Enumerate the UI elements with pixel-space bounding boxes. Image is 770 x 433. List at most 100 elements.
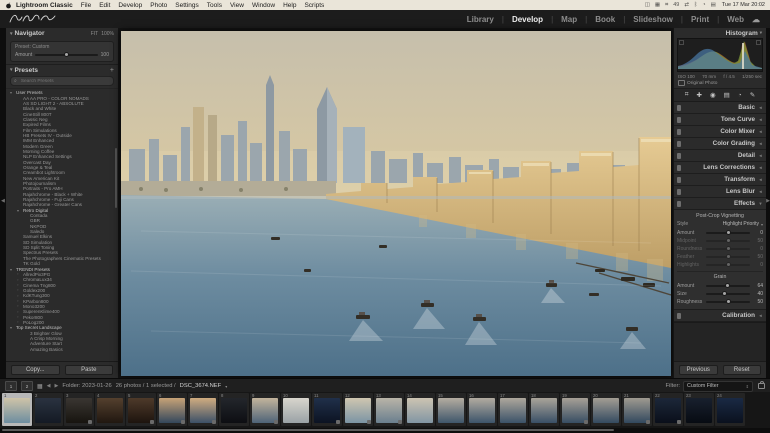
panel-toggle-switch[interactable] xyxy=(677,140,681,147)
zoom-fit-option[interactable]: FIT xyxy=(91,31,99,37)
panel-expand-icon[interactable]: ◂ xyxy=(758,189,763,195)
filmstrip-thumbnail[interactable]: 21 xyxy=(622,393,652,426)
menu-bar-clock[interactable]: Tue 17 Mar 20:02 xyxy=(722,2,765,8)
slider-knob[interactable] xyxy=(726,230,731,235)
thumbnail-image[interactable] xyxy=(407,398,433,423)
panel-toggle-switch[interactable] xyxy=(677,200,681,207)
apple-menu-icon[interactable] xyxy=(5,2,12,9)
filter-lock-icon[interactable] xyxy=(758,381,765,389)
filmstrip-thumbnail[interactable]: 16 xyxy=(467,393,497,426)
filter-select[interactable]: Custom Filter ⇕ xyxy=(683,380,753,392)
histogram[interactable] xyxy=(677,38,763,72)
status-bar-icon[interactable]: ▤ xyxy=(711,2,716,9)
next-photo-icon[interactable]: ▶ xyxy=(55,383,59,389)
thumbnail-image[interactable] xyxy=(593,398,619,423)
panel-toggle-switch[interactable] xyxy=(677,104,681,111)
status-bar-icon[interactable]: ⇄ xyxy=(684,2,689,9)
module-tab[interactable]: Book xyxy=(591,15,629,24)
status-bar-icon[interactable]: ◔ xyxy=(702,2,705,9)
slider-knob[interactable] xyxy=(726,299,731,304)
panel-toggle-switch[interactable] xyxy=(677,164,681,171)
filmstrip-thumbnail[interactable]: 17 xyxy=(498,393,528,426)
filmstrip-thumbnail[interactable]: 22 xyxy=(653,393,683,426)
slider-knob[interactable] xyxy=(724,283,730,288)
filmstrip-thumbnail[interactable]: 23 xyxy=(684,393,714,426)
cloud-sync-icon[interactable]: ☁ xyxy=(752,15,760,24)
amount-slider[interactable] xyxy=(35,52,98,57)
status-bar-icon[interactable]: ⌗ xyxy=(665,2,668,9)
menu-item[interactable]: Settings xyxy=(175,2,199,9)
filmstrip-thumbnail[interactable]: 19 xyxy=(560,393,590,426)
slider-track[interactable] xyxy=(706,246,750,251)
filmstrip-scrollbar[interactable] xyxy=(2,429,614,431)
main-window-icon[interactable]: 1 xyxy=(5,381,17,391)
status-bar-icon[interactable]: ▦ xyxy=(655,2,660,9)
menu-item[interactable]: Develop xyxy=(118,2,142,9)
thumbnail-image[interactable] xyxy=(283,398,309,423)
slider-knob[interactable] xyxy=(726,262,731,267)
filmstrip-thumbnail[interactable]: 14 xyxy=(405,393,435,426)
filmstrip-thumbnail[interactable]: 4 xyxy=(95,393,125,426)
tool-icon[interactable]: ◔ xyxy=(738,92,742,99)
thumbnail-image[interactable] xyxy=(438,398,464,423)
panel-header-row[interactable]: Transform ◂ xyxy=(674,174,766,186)
panel-expand-icon[interactable]: ◂ xyxy=(758,153,763,159)
collapse-right-panel-icon[interactable]: ▶ xyxy=(766,198,770,204)
tool-icon[interactable]: ▤ xyxy=(724,91,730,99)
panel-header-row[interactable]: Lens Corrections ◂ xyxy=(674,162,766,174)
chevron-down-icon[interactable]: ▾ xyxy=(225,384,227,389)
menu-item[interactable]: File xyxy=(81,2,91,9)
panel-expand-icon[interactable]: ▾ xyxy=(758,201,763,207)
presets-scrollbar[interactable] xyxy=(115,148,117,208)
panel-toggle-switch[interactable] xyxy=(677,116,681,123)
navigator-panel-header[interactable]: ▾ Navigator FIT 100% xyxy=(6,28,118,39)
thumbnail-image[interactable] xyxy=(35,398,61,423)
module-tab[interactable]: Slideshow xyxy=(629,15,687,24)
collapse-left-panel-icon[interactable]: ◀ xyxy=(1,198,5,204)
second-window-icon[interactable]: 2 xyxy=(21,381,33,391)
slider-knob[interactable] xyxy=(726,246,731,251)
menu-item[interactable]: Help xyxy=(283,2,296,9)
menu-item[interactable]: Edit xyxy=(99,2,110,9)
slider-knob[interactable] xyxy=(726,238,731,243)
panel-toggle-switch[interactable] xyxy=(677,312,681,319)
module-tab[interactable]: Web xyxy=(723,15,748,24)
filmstrip-thumbnail[interactable]: 7 xyxy=(188,393,218,426)
thumbnail-image[interactable] xyxy=(717,398,743,423)
panel-expand-icon[interactable]: ◂ xyxy=(758,177,763,183)
presets-panel-header[interactable]: ▾ Presets + xyxy=(6,64,118,75)
paste-button[interactable]: Paste xyxy=(64,365,113,375)
photo-canvas[interactable] xyxy=(121,30,671,376)
slider-track[interactable] xyxy=(706,291,750,296)
reset-button[interactable]: Reset xyxy=(722,365,761,375)
thumbnail-image[interactable] xyxy=(531,398,557,423)
thumbnail-image[interactable] xyxy=(97,398,123,423)
thumbnail-image[interactable] xyxy=(500,398,526,423)
filmstrip-thumbnail[interactable]: 11 xyxy=(312,393,342,426)
filmstrip-thumbnail[interactable]: 13 xyxy=(374,393,404,426)
filmstrip-thumbnail[interactable]: 15 xyxy=(436,393,466,426)
effects-panel-header[interactable]: Effects ▾ xyxy=(674,198,766,210)
previous-button[interactable]: Previous xyxy=(679,365,718,375)
filmstrip-thumbnail[interactable]: 1 xyxy=(2,393,32,426)
grid-view-icon[interactable]: ▦ xyxy=(37,383,43,390)
calibration-panel-header[interactable]: Calibration ◂ xyxy=(674,310,766,322)
filmstrip-thumbnail[interactable]: 8 xyxy=(219,393,249,426)
slider-knob[interactable] xyxy=(726,254,731,259)
menu-item[interactable]: Window xyxy=(252,2,275,9)
menu-item[interactable]: View xyxy=(230,2,244,9)
tool-icon[interactable]: ✎ xyxy=(750,91,755,99)
slider-knob[interactable] xyxy=(722,291,728,296)
zoom-level-option[interactable]: 100% xyxy=(101,31,114,37)
vignette-style-select[interactable]: Highlight Priority xyxy=(723,221,759,227)
tool-icon[interactable]: ✚ xyxy=(697,91,702,99)
menu-item[interactable]: Scripts xyxy=(304,2,324,9)
slider-track[interactable] xyxy=(706,262,750,267)
histogram-panel-header[interactable]: Histogram ▾ xyxy=(674,28,766,38)
module-tab[interactable]: Map xyxy=(557,15,591,24)
filmstrip-thumbnail[interactable]: 9 xyxy=(250,393,280,426)
amount-slider-knob[interactable] xyxy=(64,52,70,57)
menu-item[interactable]: Tools xyxy=(207,2,222,9)
filmstrip-thumbnail[interactable]: 2 xyxy=(33,393,63,426)
panel-expand-icon[interactable]: ◂ xyxy=(758,129,763,135)
